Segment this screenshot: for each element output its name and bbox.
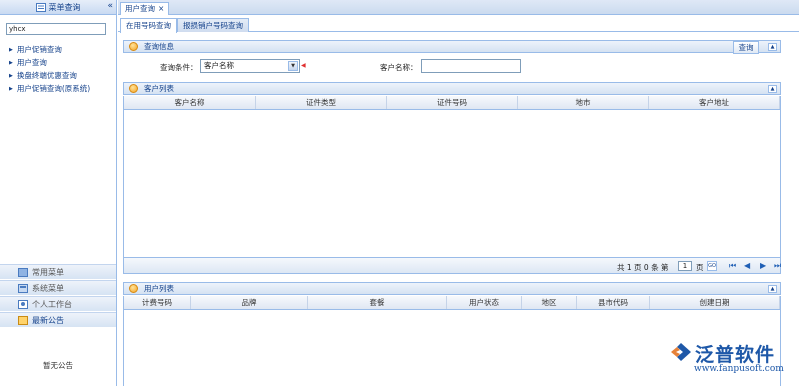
condition-label: 查询条件：: [160, 63, 198, 72]
pager-summary: 共 1 页 0 条 第: [617, 263, 669, 272]
collapse-up-icon[interactable]: ▲: [768, 85, 777, 93]
menu-item[interactable]: ▶ 用户查询: [9, 56, 90, 69]
panel-title: 查询信息: [144, 42, 174, 51]
column-header[interactable]: 创建日期: [650, 296, 780, 309]
menu-item-label: 换盘终端优惠查询: [16, 71, 77, 80]
customer-name-input[interactable]: [421, 59, 521, 73]
collapse-up-icon[interactable]: ▲: [768, 43, 777, 51]
triangle-icon: ▶: [9, 85, 13, 92]
triangle-icon: ▶: [9, 59, 13, 66]
column-header[interactable]: 县市代码: [577, 296, 650, 309]
customer-panel-header: 客户列表 ▲: [123, 82, 781, 95]
customer-grid: 客户名称 证件类型 证件号码 地市 客户地址: [123, 96, 781, 257]
panel-title: 用户列表: [144, 284, 174, 293]
column-header[interactable]: 证件类型: [256, 96, 387, 109]
customer-name-label: 客户名称：: [380, 63, 418, 72]
condition-select[interactable]: 客户名称 ▼: [200, 59, 300, 73]
user-panel-header: 用户列表 ▲: [123, 282, 781, 295]
menu-item[interactable]: ▶ 用户促销查询(原系统): [9, 82, 90, 95]
prev-page-icon[interactable]: ◀: [744, 261, 750, 270]
query-button[interactable]: 查询: [733, 41, 759, 54]
panel-title: 客户列表: [144, 84, 174, 93]
subtab-in-use-number[interactable]: 在用号码查询: [120, 18, 177, 33]
column-header[interactable]: 证件号码: [387, 96, 518, 109]
first-page-icon[interactable]: ⏮: [729, 261, 736, 271]
query-panel-header: 查询信息 ▲: [123, 40, 781, 53]
system-icon: [18, 283, 28, 293]
collapse-icon[interactable]: «: [107, 1, 113, 11]
column-header[interactable]: 地市: [518, 96, 649, 109]
accordion-personal-desk[interactable]: 个人工作台: [0, 296, 116, 311]
panel-dot-icon: [129, 84, 138, 93]
accordion-common-menu[interactable]: 常用菜单: [0, 264, 116, 279]
last-page-icon[interactable]: ⏭: [774, 261, 781, 271]
sidebar: 菜单查询 « yhcx ▶ 用户促销查询 ▶ 用户查询 ▶ 换盘终端优惠查询 ▶ 用户促…: [0, 0, 117, 386]
sidebar-header: 菜单查询 «: [0, 0, 116, 15]
column-header[interactable]: 客户地址: [649, 96, 780, 109]
menu-item-label: 用户查询: [16, 58, 47, 67]
app-window: 菜单查询 « yhcx ▶ 用户促销查询 ▶ 用户查询 ▶ 换盘终端优惠查询 ▶ 用户促…: [0, 0, 799, 386]
close-icon[interactable]: ×: [158, 4, 164, 13]
user-grid-header: 计费号码 品牌 套餐 用户状态 地区 县市代码 创建日期: [124, 296, 780, 310]
pager: 共 1 页 0 条 第 1 页 GO ⏮ ◀ ▶ ⏭: [123, 257, 781, 274]
tab-user-query[interactable]: 用户查询 ×: [120, 2, 170, 15]
notice-icon: [18, 315, 28, 325]
accordion-latest-notice[interactable]: 最新公告: [0, 312, 116, 327]
column-header[interactable]: 品牌: [191, 296, 308, 309]
pager-suffix: 页: [696, 263, 704, 272]
brand-name: 泛普软件: [695, 344, 776, 366]
top-tab-strip: 用户查询 ×: [118, 0, 799, 15]
tab-label: 用户查询: [125, 4, 155, 13]
triangle-icon: ▶: [9, 46, 13, 53]
brand-url: www.fanpusoft.com: [694, 364, 784, 374]
customer-grid-header: 客户名称 证件类型 证件号码 地市 客户地址: [124, 96, 780, 110]
column-header[interactable]: 客户名称: [124, 96, 256, 109]
column-header[interactable]: 用户状态: [447, 296, 522, 309]
accordion-label: 个人工作台: [32, 299, 72, 309]
go-button[interactable]: GO: [707, 261, 717, 271]
menu-item[interactable]: ▶ 用户促销查询: [9, 43, 90, 56]
sidebar-title: 菜单查询: [48, 2, 81, 12]
next-page-icon[interactable]: ▶: [760, 261, 766, 270]
panel-dot-icon: [129, 284, 138, 293]
subtab-cancelled-number[interactable]: 报损销户号码查询: [177, 18, 249, 32]
desk-icon: [18, 299, 28, 309]
accordion-label: 常用菜单: [32, 267, 64, 277]
column-header[interactable]: 计费号码: [124, 296, 191, 309]
panel-dot-icon: [129, 42, 138, 51]
notice-empty-text: 暂无公告: [43, 361, 73, 370]
accordion-label: 系统菜单: [32, 283, 64, 293]
triangle-icon: ▶: [9, 72, 13, 79]
menu-search-input[interactable]: yhcx: [6, 23, 106, 35]
menu-item[interactable]: ▶ 换盘终端优惠查询: [9, 69, 90, 82]
column-header[interactable]: 地区: [522, 296, 577, 309]
chevron-down-icon[interactable]: ▼: [288, 61, 298, 71]
page-number-input[interactable]: 1: [678, 261, 692, 271]
menu-icon: [18, 267, 28, 277]
brand-logo-icon: [669, 341, 693, 365]
menu-list: ▶ 用户促销查询 ▶ 用户查询 ▶ 换盘终端优惠查询 ▶ 用户促销查询(原系统): [9, 43, 90, 95]
menu-search-icon: [35, 2, 46, 12]
collapse-up-icon[interactable]: ▲: [768, 285, 777, 293]
accordion-system-menu[interactable]: 系统菜单: [0, 280, 116, 295]
main-area: 用户查询 × 在用号码查询 报损销户号码查询 查询信息 ▲ 查询 查询条件： 客户…: [118, 0, 799, 386]
condition-value: 客户名称: [204, 61, 234, 70]
sub-tab-strip: 在用号码查询 报损销户号码查询: [118, 16, 799, 33]
accordion-label: 最新公告: [32, 315, 64, 325]
menu-item-label: 用户促销查询: [16, 45, 62, 54]
menu-item-label: 用户促销查询(原系统): [16, 84, 91, 93]
required-arrow-icon: ◀: [301, 62, 306, 69]
column-header[interactable]: 套餐: [308, 296, 447, 309]
